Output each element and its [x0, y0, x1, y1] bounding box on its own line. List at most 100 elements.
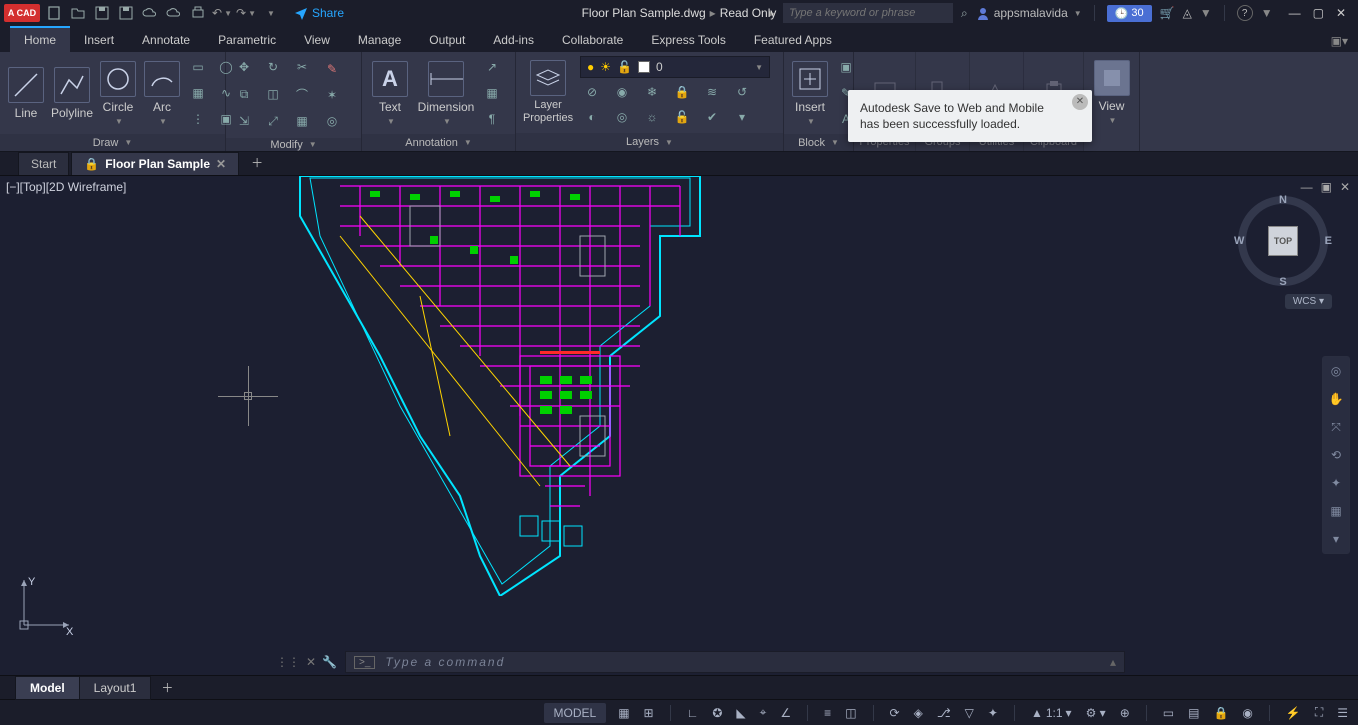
layer-on-icon[interactable]: ◐ [580, 106, 604, 128]
layer-lock-icon[interactable]: 🔒 [670, 81, 694, 103]
explode-icon[interactable]: ✶ [320, 84, 344, 106]
annotation-scale[interactable]: ▲ 1:1 ▾ [1029, 706, 1074, 720]
new-icon[interactable] [46, 5, 62, 21]
close-button[interactable]: ✕ [1336, 6, 1346, 20]
ribbon-collapse-icon[interactable]: ▣▾ [1321, 30, 1358, 52]
vp-close-icon[interactable]: ✕ [1340, 180, 1350, 194]
isolate-objects-icon[interactable]: ◉ [1240, 706, 1254, 720]
stretch-icon[interactable]: ⇲ [232, 110, 256, 132]
tab-view[interactable]: View [290, 28, 344, 52]
pan-icon[interactable]: ✋ [1323, 385, 1349, 413]
cloud-open-icon[interactable] [142, 5, 158, 21]
layer-current-icon[interactable]: ✔ [700, 106, 724, 128]
maximize-button[interactable]: ▢ [1313, 6, 1324, 20]
help-icon[interactable]: ? [1237, 5, 1253, 21]
line-button[interactable]: Line [6, 65, 46, 122]
toast-close-button[interactable]: ✕ [1072, 94, 1088, 110]
layer-off-icon[interactable]: ⊘ [580, 81, 604, 103]
array-icon[interactable]: ▦ [290, 110, 314, 132]
viewport-label[interactable]: [−][Top][2D Wireframe] [6, 180, 126, 194]
mtext-icon[interactable]: ¶ [480, 108, 504, 130]
lock-ui-icon[interactable]: 🔒 [1211, 706, 1230, 720]
app-switcher-icon[interactable]: ◬ [1183, 6, 1192, 20]
layout-add-button[interactable]: ＋ [151, 675, 183, 700]
table-icon[interactable]: ▦ [480, 82, 504, 104]
wcs-badge[interactable]: WCS ▾ [1285, 294, 1332, 309]
grid-toggle-icon[interactable]: ▦ [616, 706, 631, 720]
hatch-icon[interactable]: ▦ [186, 82, 210, 104]
scale-icon[interactable]: ⤢ [261, 110, 285, 132]
drawing-canvas[interactable]: [−][Top][2D Wireframe] — ▣ ✕ [0, 176, 1358, 649]
tab-featured[interactable]: Featured Apps [740, 28, 846, 52]
trial-badge[interactable]: 🕒 30 [1107, 5, 1152, 22]
selection-cycling-icon[interactable]: ⟳ [888, 706, 902, 720]
command-input[interactable]: >_ Type a command ▴ [345, 651, 1125, 673]
polar-toggle-icon[interactable]: ✪ [710, 706, 724, 720]
tab-insert[interactable]: Insert [70, 28, 128, 52]
layer-state-icon[interactable]: ▾ [730, 106, 754, 128]
tab-home[interactable]: Home [10, 26, 70, 52]
layer-prev-icon[interactable]: ↺ [730, 81, 754, 103]
redo-icon[interactable]: ↷▼ [238, 5, 254, 21]
cmd-handle[interactable]: ⋮⋮✕🔧 [276, 655, 337, 669]
otrack-toggle-icon[interactable]: ∠ [778, 706, 793, 720]
minimize-button[interactable]: — [1289, 6, 1301, 20]
tab-output[interactable]: Output [415, 28, 479, 52]
transparency-icon[interactable]: ◫ [843, 706, 858, 720]
showmotion-icon[interactable]: ✦ [1323, 469, 1349, 497]
snap-toggle-icon[interactable]: ⊞ [642, 706, 656, 720]
open-icon[interactable] [70, 5, 86, 21]
layout-tab-model[interactable]: Model [15, 676, 80, 700]
mirror-icon[interactable]: ◫ [261, 83, 285, 105]
vp-restore-icon[interactable]: ▣ [1321, 180, 1332, 194]
search-icon[interactable]: ⌕ [961, 6, 968, 21]
gizmo-icon[interactable]: ✦ [986, 706, 1000, 720]
selection-filter-icon[interactable]: ▽ [963, 706, 976, 720]
app-logo[interactable]: A CAD [4, 4, 40, 22]
saveas-icon[interactable] [118, 5, 134, 21]
share-button[interactable]: Share [294, 6, 344, 20]
layer-iso-icon[interactable]: ◉ [610, 81, 634, 103]
clean-screen-icon[interactable]: ⛶ [1313, 705, 1325, 720]
view-cube[interactable]: N S W E TOP [1238, 196, 1328, 286]
tab-express[interactable]: Express Tools [637, 28, 739, 52]
doctab-active[interactable]: 🔒 Floor Plan Sample ✕ [71, 152, 239, 175]
navbar-more-icon[interactable]: ▦ [1323, 497, 1349, 525]
layout-tab-layout1[interactable]: Layout1 [79, 676, 152, 700]
cmd-history-icon[interactable]: ▴ [1110, 655, 1116, 669]
layer-freeze-icon[interactable]: ❄ [640, 81, 664, 103]
insert-button[interactable]: Insert▼ [790, 59, 830, 128]
fillet-icon[interactable]: ⌒ [290, 83, 314, 105]
dynamic-ucs-icon[interactable]: ⎇ [935, 706, 953, 720]
point-icon[interactable]: ⋮ [186, 108, 210, 130]
zoom-extents-icon[interactable]: ⤧ [1323, 413, 1349, 441]
search-input[interactable] [783, 3, 953, 23]
copy-icon[interactable]: ⧉ [232, 83, 256, 105]
hardware-accel-icon[interactable]: ⚡ [1284, 706, 1303, 720]
plot-icon[interactable] [190, 5, 206, 21]
tab-annotate[interactable]: Annotate [128, 28, 204, 52]
workspace-switch-icon[interactable]: ⚙ ▾ [1084, 706, 1108, 720]
orbit-icon[interactable]: ⟲ [1323, 441, 1349, 469]
tab-close-icon[interactable]: ✕ [216, 157, 226, 171]
offset-icon[interactable]: ◎ [320, 110, 344, 132]
annotation-monitor-icon[interactable]: ⊕ [1118, 706, 1132, 720]
panel-view[interactable]: View▼ . [1084, 52, 1140, 151]
navbar-collapse-icon[interactable]: ▾ [1323, 525, 1349, 553]
tab-collaborate[interactable]: Collaborate [548, 28, 637, 52]
lineweight-icon[interactable]: ≡ [822, 706, 833, 720]
save-icon[interactable] [94, 5, 110, 21]
steering-wheel-icon[interactable]: ◎ [1323, 357, 1349, 385]
leader-icon[interactable]: ↗ [480, 56, 504, 78]
dimension-button[interactable]: Dimension▼ [416, 59, 476, 128]
tab-parametric[interactable]: Parametric [204, 28, 290, 52]
layer-properties-button[interactable]: Layer Properties [522, 58, 574, 125]
erase-icon[interactable]: ✎ [320, 58, 344, 80]
layer-match-icon[interactable]: ≋ [700, 81, 724, 103]
tab-manage[interactable]: Manage [344, 28, 415, 52]
customize-icon[interactable]: ☰ [1335, 706, 1350, 720]
move-icon[interactable]: ✥ [232, 56, 256, 78]
undo-icon[interactable]: ↶▼ [214, 5, 230, 21]
osnap-toggle-icon[interactable]: ⌖ [758, 705, 769, 720]
doctab-start[interactable]: Start [18, 152, 69, 175]
